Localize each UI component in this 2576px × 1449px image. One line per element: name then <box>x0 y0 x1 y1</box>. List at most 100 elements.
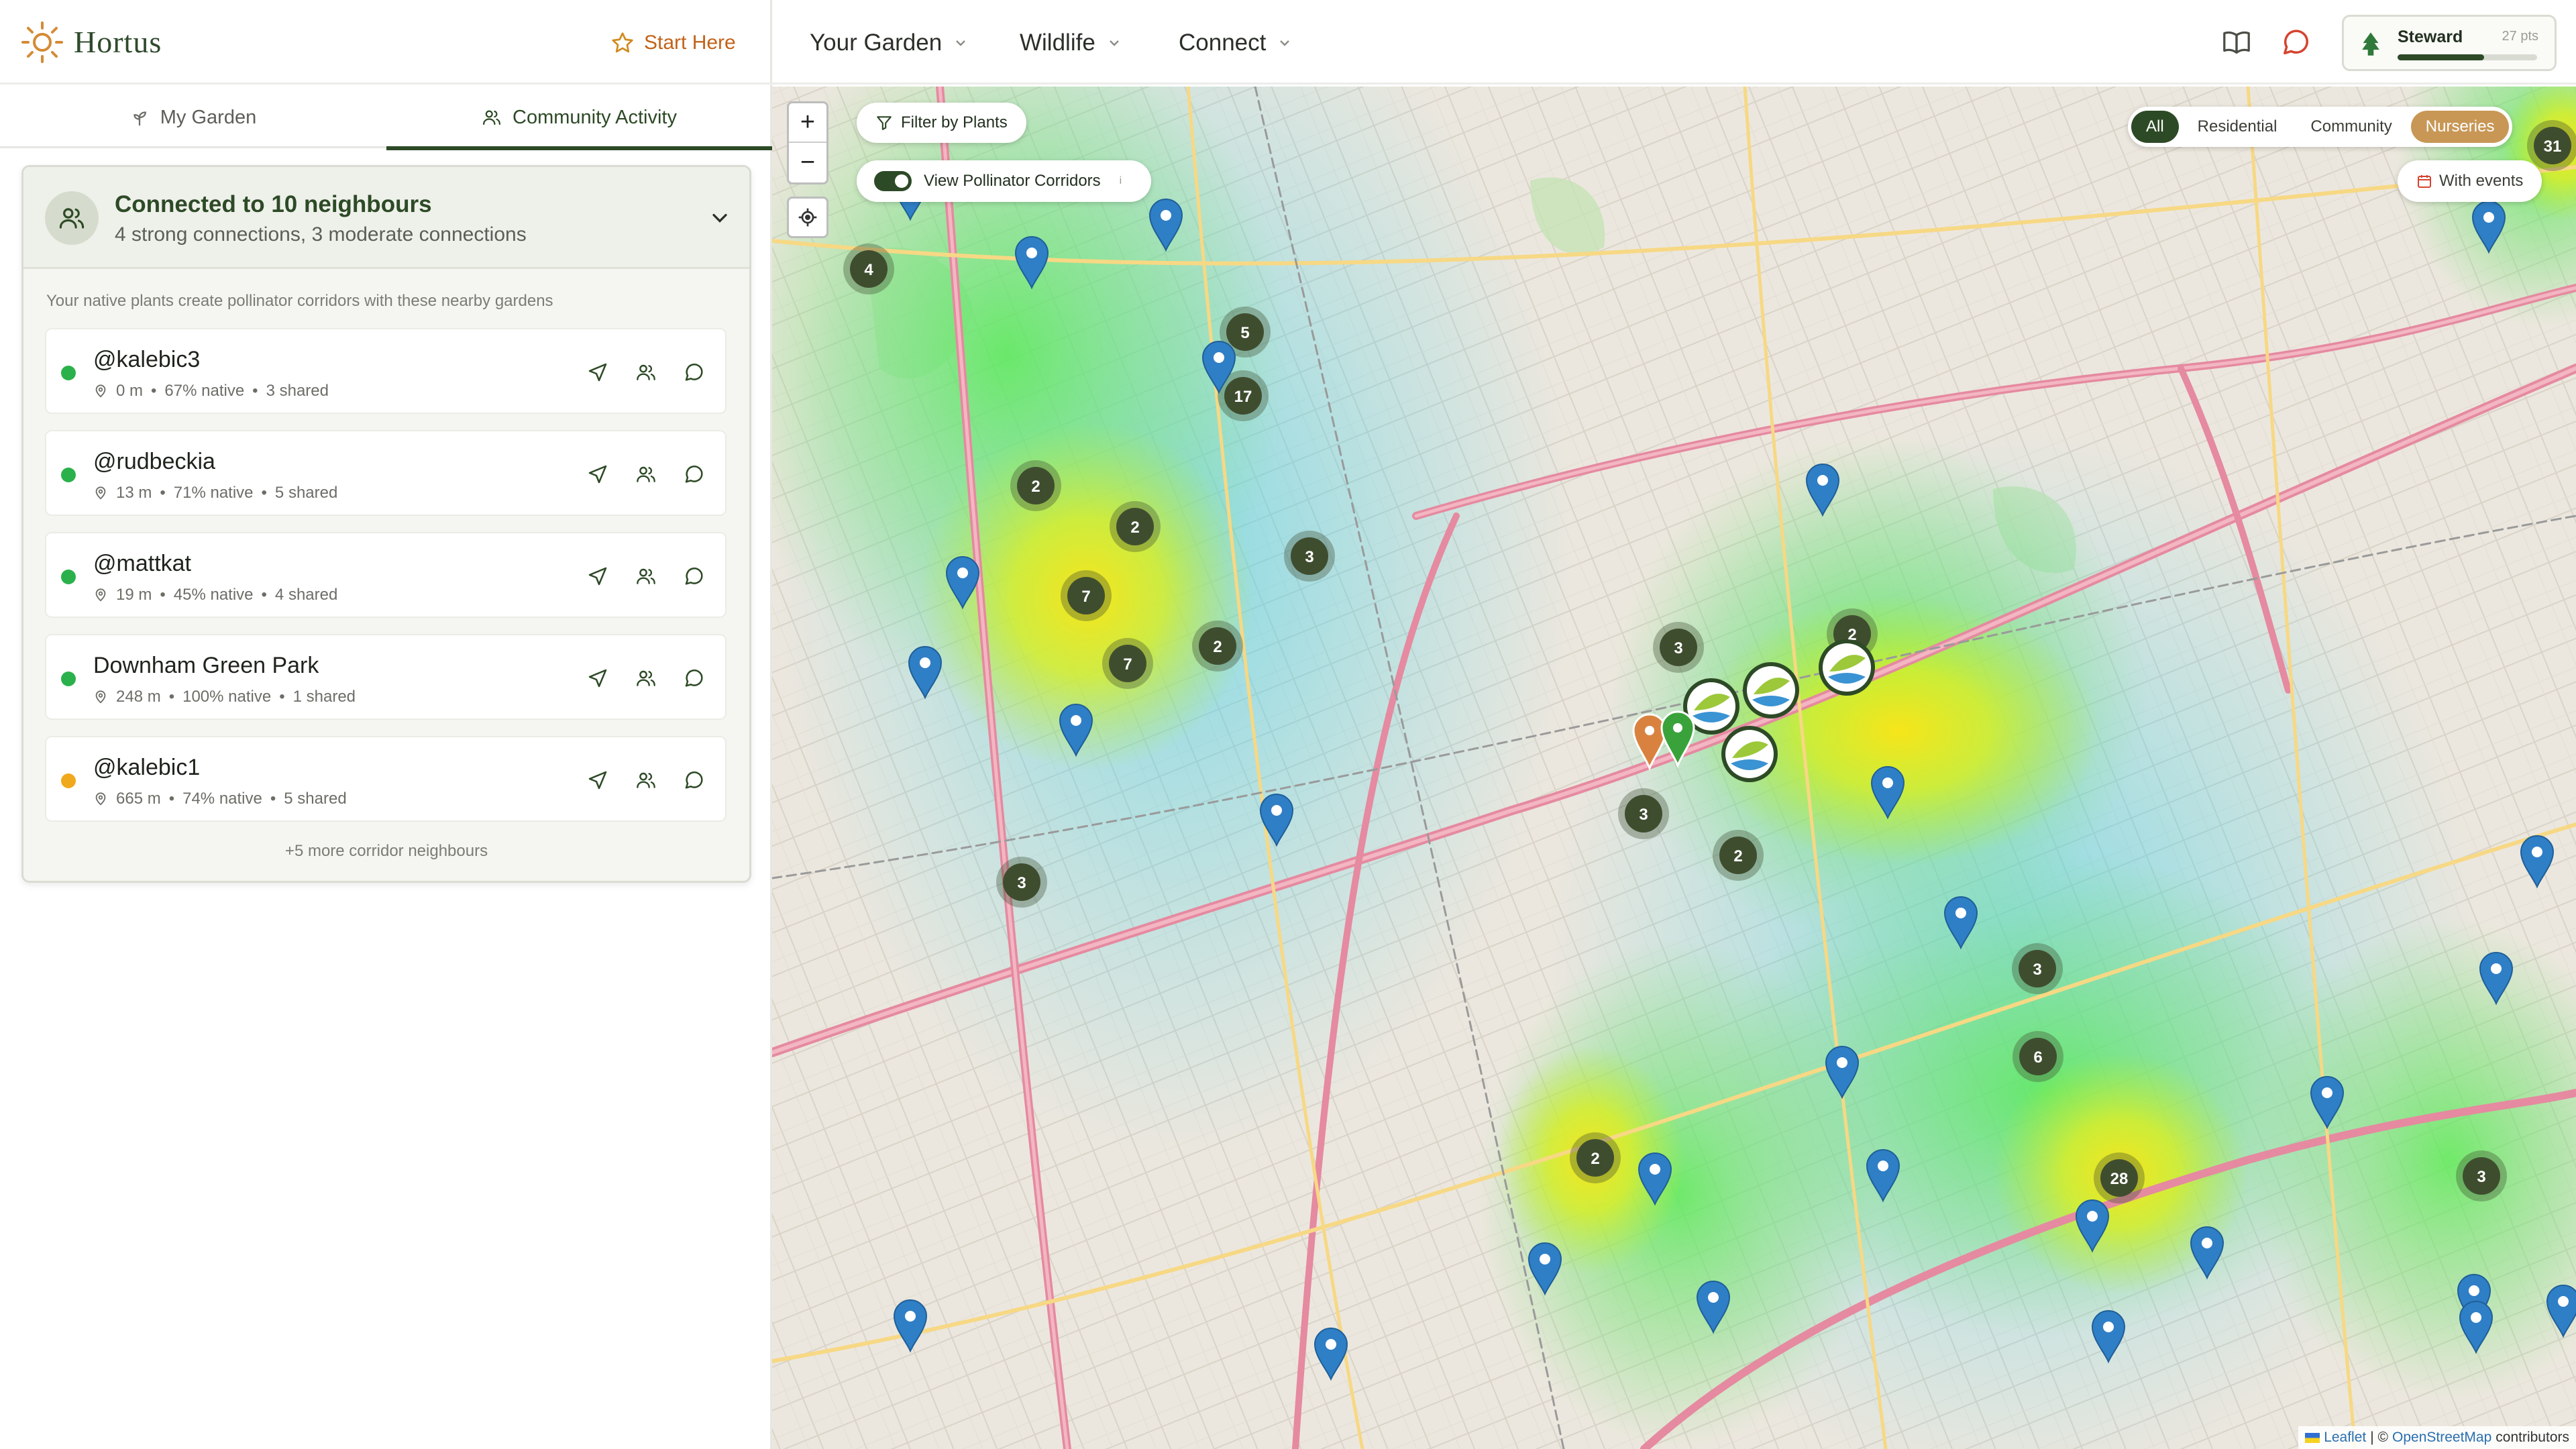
cluster-marker[interactable]: 2 <box>1713 830 1764 881</box>
cluster-marker[interactable]: 4 <box>843 244 894 294</box>
navigate-button[interactable] <box>584 563 611 590</box>
nursery-marker[interactable] <box>1743 662 1799 718</box>
neighbour-row[interactable]: @kalebic1 665 m • 74% native • 5 shared <box>45 736 727 822</box>
view-neighbours-button[interactable] <box>633 461 659 488</box>
filter-nurseries[interactable]: Nurseries <box>2410 111 2510 143</box>
map-view[interactable]: 4 5 17 2 2 3 7 7 2 3 3 2 2 3 6 2 28 3 31 3 + − Filter by Pl… <box>772 87 2576 1449</box>
more-neighbours-link[interactable]: +5 more corridor neighbours <box>23 842 749 861</box>
cluster-marker[interactable]: 3 <box>1618 788 1669 839</box>
meta-separator: • <box>160 586 166 604</box>
cluster-count: 3 <box>2477 1168 2485 1186</box>
top-navigation: Your Garden Wildlife Connect Steward 27 … <box>772 0 2576 85</box>
navigate-button[interactable] <box>584 461 611 488</box>
cluster-marker[interactable]: 3 <box>1653 622 1704 673</box>
map-canvas[interactable]: 4517223772332236228 3313 <box>772 87 2576 1449</box>
cluster-count: 31 <box>2544 138 2562 156</box>
filter-by-plants-label: Filter by Plants <box>901 113 1008 131</box>
nav-connect[interactable]: Connect <box>1179 25 1293 60</box>
neighbour-native: 100% native <box>182 688 272 706</box>
neighbour-row[interactable]: @kalebic3 0 m • 67% native • 3 shared <box>45 328 727 414</box>
info-icon[interactable]: i <box>1120 175 1122 187</box>
cluster-count: 2 <box>1733 847 1742 865</box>
cluster-count: 7 <box>1123 655 1132 674</box>
cluster-marker[interactable]: 2 <box>1110 501 1161 552</box>
cluster-count: 2 <box>1031 478 1040 496</box>
navigate-icon <box>588 567 607 586</box>
brand-bar: Hortus Start Here <box>0 0 772 85</box>
leaflet-link[interactable]: Leaflet <box>2324 1430 2366 1446</box>
cluster-marker[interactable]: 6 <box>2012 1031 2063 1082</box>
nav-connect-label: Connect <box>1179 30 1267 56</box>
cluster-marker[interactable]: 2 <box>1010 460 1061 511</box>
neighbour-meta: 248 m • 100% native • 1 shared <box>93 688 356 706</box>
message-icon <box>685 364 703 381</box>
cluster-marker[interactable]: 7 <box>1061 570 1112 621</box>
neighbour-row[interactable]: Downham Green Park 248 m • 100% native • 1 sh… <box>45 634 727 720</box>
locate-button[interactable] <box>787 197 828 238</box>
flag-icon <box>2305 1432 2320 1443</box>
nav-wildlife[interactable]: Wildlife <box>1020 25 1122 60</box>
meta-separator: • <box>168 688 175 706</box>
message-icon[interactable] <box>2281 27 2312 58</box>
cluster-marker[interactable]: 2 <box>1570 1132 1621 1183</box>
users-icon <box>59 208 85 229</box>
book-icon[interactable] <box>2221 27 2252 58</box>
message-button[interactable] <box>681 563 708 590</box>
filter-by-plants-button[interactable]: Filter by Plants <box>857 103 1026 143</box>
filter-community[interactable]: Community <box>2296 111 2406 143</box>
view-neighbours-button[interactable] <box>633 767 659 794</box>
filter-residential[interactable]: Residential <box>2183 111 2292 143</box>
view-neighbours-button[interactable] <box>633 665 659 692</box>
neighbour-row[interactable]: @mattkat 19 m • 45% native • 4 shared <box>45 532 727 618</box>
view-neighbours-button[interactable] <box>633 359 659 386</box>
attribution-tail: contributors <box>2496 1430 2569 1445</box>
connections-header[interactable]: Connected to 10 neighbours 4 strong conn… <box>23 167 749 269</box>
filter-all[interactable]: All <box>2131 111 2179 143</box>
neighbour-distance: 19 m <box>116 586 152 604</box>
meta-separator: • <box>168 790 175 808</box>
cluster-marker[interactable]: 28 <box>2094 1152 2145 1203</box>
message-button[interactable] <box>681 359 708 386</box>
nursery-marker[interactable] <box>1721 726 1778 782</box>
cluster-count: 3 <box>1674 639 1682 657</box>
tab-community-activity[interactable]: Community Activity <box>386 87 772 150</box>
cluster-marker[interactable]: 3 <box>996 857 1047 908</box>
message-button[interactable] <box>681 461 708 488</box>
cluster-marker[interactable]: 31 <box>2527 120 2576 171</box>
neighbour-shared: 1 shared <box>292 688 356 706</box>
cluster-marker[interactable]: 7 <box>1102 638 1153 689</box>
users-icon <box>637 568 655 584</box>
zoom-out-button[interactable]: − <box>789 143 826 182</box>
place-type-filter: All Residential Community Nurseries <box>2128 107 2513 147</box>
meta-separator: • <box>261 586 267 604</box>
tab-my-garden[interactable]: My Garden <box>0 87 386 148</box>
neighbour-name: @kalebic3 <box>93 347 201 372</box>
navigate-button[interactable] <box>584 665 611 692</box>
cluster-marker[interactable]: 3 <box>2456 1150 2507 1201</box>
message-button[interactable] <box>681 665 708 692</box>
nursery-marker[interactable] <box>1819 639 1875 696</box>
users-icon <box>637 670 655 686</box>
osm-link[interactable]: OpenStreetMap <box>2392 1430 2491 1446</box>
connections-card: Connected to 10 neighbours 4 strong conn… <box>21 165 751 883</box>
cluster-marker[interactable]: 3 <box>1284 531 1335 582</box>
message-button[interactable] <box>681 767 708 794</box>
start-here-link[interactable]: Start Here <box>610 25 736 60</box>
zoom-in-button[interactable]: + <box>789 103 826 143</box>
with-events-toggle[interactable]: With events <box>2398 160 2542 202</box>
connections-subtitle: 4 strong connections, 3 moderate connect… <box>115 223 527 246</box>
nav-your-garden[interactable]: Your Garden <box>810 25 969 60</box>
connection-strength-dot <box>61 672 76 686</box>
users-icon <box>483 110 501 125</box>
view-neighbours-button[interactable] <box>633 563 659 590</box>
pollinator-corridors-toggle[interactable] <box>874 171 912 191</box>
neighbour-row[interactable]: @rudbeckia 13 m • 71% native • 5 shared <box>45 430 727 516</box>
cluster-marker[interactable]: 2 <box>1192 621 1243 672</box>
navigate-button[interactable] <box>584 767 611 794</box>
steward-badge[interactable]: Steward 27 pts <box>2342 15 2557 71</box>
cluster-marker[interactable]: 3 <box>2012 943 2063 994</box>
attribution-separator: | © <box>2370 1430 2389 1445</box>
chevron-down-icon[interactable] <box>708 206 732 230</box>
map-attribution: Leaflet | © OpenStreetMap contributors <box>2298 1426 2576 1449</box>
navigate-button[interactable] <box>584 359 611 386</box>
